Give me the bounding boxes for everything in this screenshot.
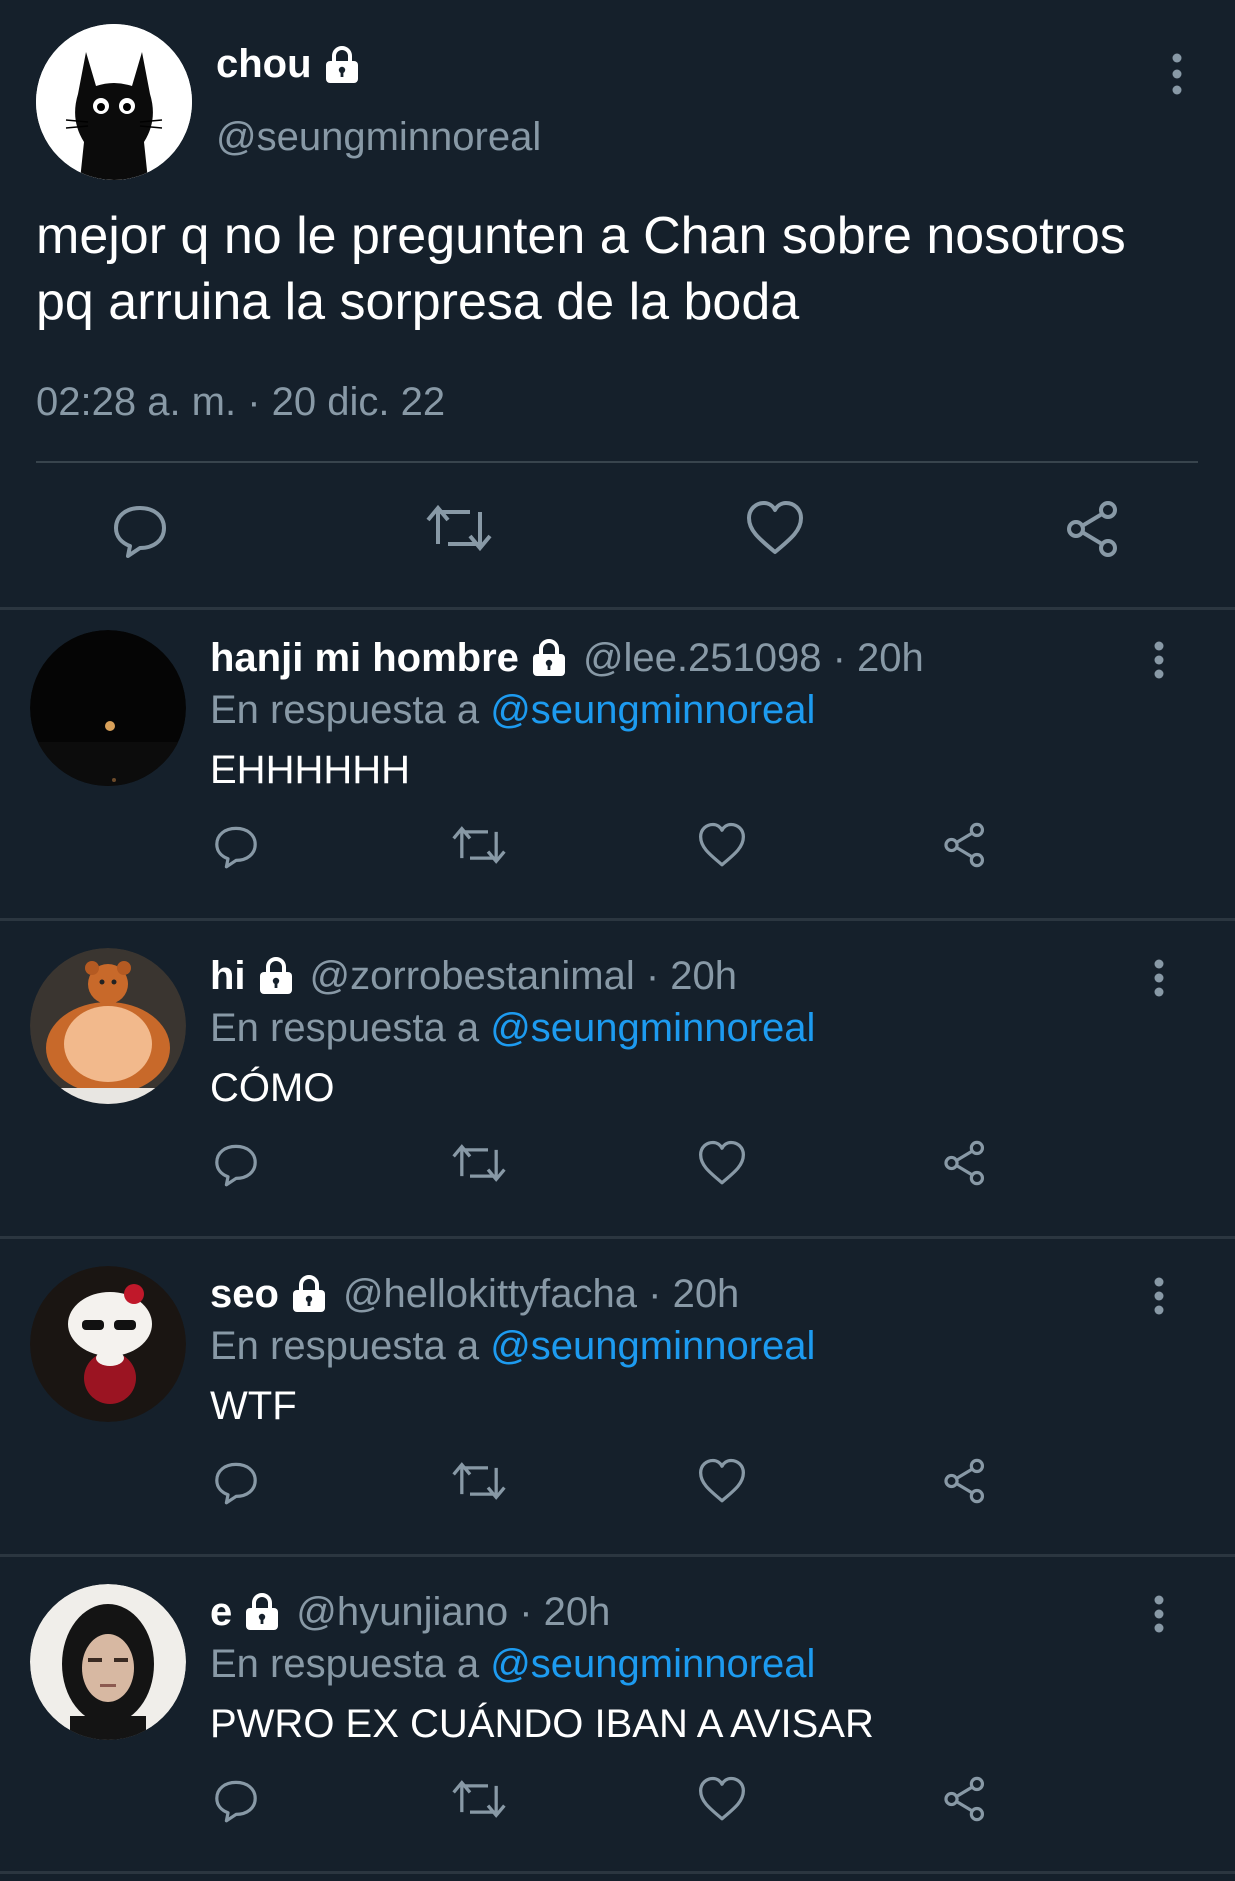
avatar[interactable] [36,24,192,180]
black-cat-icon [36,24,192,180]
reply-prefix: En respuesta a [210,1642,480,1686]
handle[interactable]: @hellokittyfacha · 20h [343,1272,739,1317]
share-icon[interactable] [942,822,988,868]
like-icon[interactable] [698,1776,746,1822]
reply-tweet[interactable]: seo @hellokittyfacha · 20h En respuesta … [0,1246,1235,1563]
reply-context: En respuesta a @seungminnoreal [210,688,815,733]
retweet-icon[interactable] [452,1776,506,1822]
reply-text: WTF [210,1384,297,1428]
reply-prefix: En respuesta a [210,1324,480,1368]
display-name[interactable]: chou [216,42,312,87]
handle[interactable]: @zorrobestanimal · 20h [310,954,737,999]
handle[interactable]: @seungminnoreal [216,115,541,160]
mention-link[interactable]: @seungminnoreal [490,1006,815,1050]
hello-kitty-icon [30,1266,186,1422]
reply-icon[interactable] [212,1776,260,1824]
action-bar [0,1458,1235,1518]
divider [0,1236,1235,1239]
more-options-icon[interactable] [1153,1276,1165,1316]
action-bar [0,1140,1235,1200]
avatar[interactable] [30,630,186,786]
handle[interactable]: @hyunjiano · 20h [296,1590,610,1635]
share-icon[interactable] [1064,500,1122,558]
display-name[interactable]: seo [210,1272,279,1317]
handle[interactable]: @lee.251098 · 20h [583,636,924,681]
action-bar [0,1776,1235,1836]
avatar[interactable] [30,948,186,1104]
display-name-row[interactable]: chou [216,42,362,87]
divider [36,461,1198,463]
reply-prefix: En respuesta a [210,1006,480,1050]
divider [0,1554,1235,1557]
lock-icon [256,956,296,996]
reply-icon[interactable] [110,500,170,560]
more-options-icon[interactable] [1153,1594,1165,1634]
display-name[interactable]: e [210,1590,232,1635]
more-options-icon[interactable] [1153,640,1165,680]
reply-context: En respuesta a @seungminnoreal [210,1324,815,1369]
reply-text: CÓMO [210,1066,335,1110]
like-icon[interactable] [698,1458,746,1504]
tweet-text: mejor q no le pregunten a Chan sobre nos… [36,207,1126,331]
retweet-icon[interactable] [452,822,506,868]
reply-tweet[interactable]: hanji mi hombre @lee.251098 · 20h En res… [0,610,1235,927]
divider [0,918,1235,921]
mention-link[interactable]: @seungminnoreal [490,1324,815,1368]
share-icon[interactable] [942,1140,988,1186]
more-options-icon[interactable] [1171,52,1183,96]
avatar[interactable] [30,1584,186,1740]
lock-icon [289,1274,329,1314]
reply-context: En respuesta a @seungminnoreal [210,1006,815,1051]
share-icon[interactable] [942,1458,988,1504]
like-icon[interactable] [698,1140,746,1186]
reply-text: PWRO EX CUÁNDO IBAN A AVISAR [210,1702,874,1746]
plush-bear-icon [30,948,186,1104]
reply-tweet[interactable]: e @hyunjiano · 20h En respuesta a @seung… [0,1564,1235,1881]
main-tweet: chou @seungminnoreal mejor q no le pregu… [0,0,1235,607]
timestamp[interactable]: 02:28 a. m. · 20 dic. 22 [36,380,445,425]
mention-link[interactable]: @seungminnoreal [490,688,815,732]
night-moon-icon [30,630,186,786]
reply-text: EHHHHHH [210,748,410,792]
reply-header: seo @hellokittyfacha · 20h [210,1268,739,1320]
portrait-icon [30,1584,186,1740]
reply-header: e @hyunjiano · 20h [210,1586,610,1638]
retweet-icon[interactable] [452,1458,506,1504]
like-icon[interactable] [698,822,746,868]
reply-prefix: En respuesta a [210,688,480,732]
mention-link[interactable]: @seungminnoreal [490,1642,815,1686]
retweet-icon[interactable] [452,1140,506,1186]
reply-icon[interactable] [212,1458,260,1506]
display-name[interactable]: hanji mi hombre [210,636,519,681]
more-options-icon[interactable] [1153,958,1165,998]
lock-icon [242,1592,282,1632]
retweet-icon[interactable] [426,500,492,556]
action-bar [0,822,1235,882]
reply-tweet[interactable]: hi @zorrobestanimal · 20h En respuesta a… [0,928,1235,1245]
reply-header: hi @zorrobestanimal · 20h [210,950,737,1002]
display-name[interactable]: hi [210,954,246,999]
action-bar [0,500,1235,580]
lock-icon [322,45,362,85]
reply-header: hanji mi hombre @lee.251098 · 20h [210,632,924,684]
share-icon[interactable] [942,1776,988,1822]
lock-icon [529,638,569,678]
reply-icon[interactable] [212,1140,260,1188]
avatar[interactable] [30,1266,186,1422]
reply-icon[interactable] [212,822,260,870]
reply-context: En respuesta a @seungminnoreal [210,1642,815,1687]
divider [0,1871,1235,1874]
like-icon[interactable] [746,500,804,556]
